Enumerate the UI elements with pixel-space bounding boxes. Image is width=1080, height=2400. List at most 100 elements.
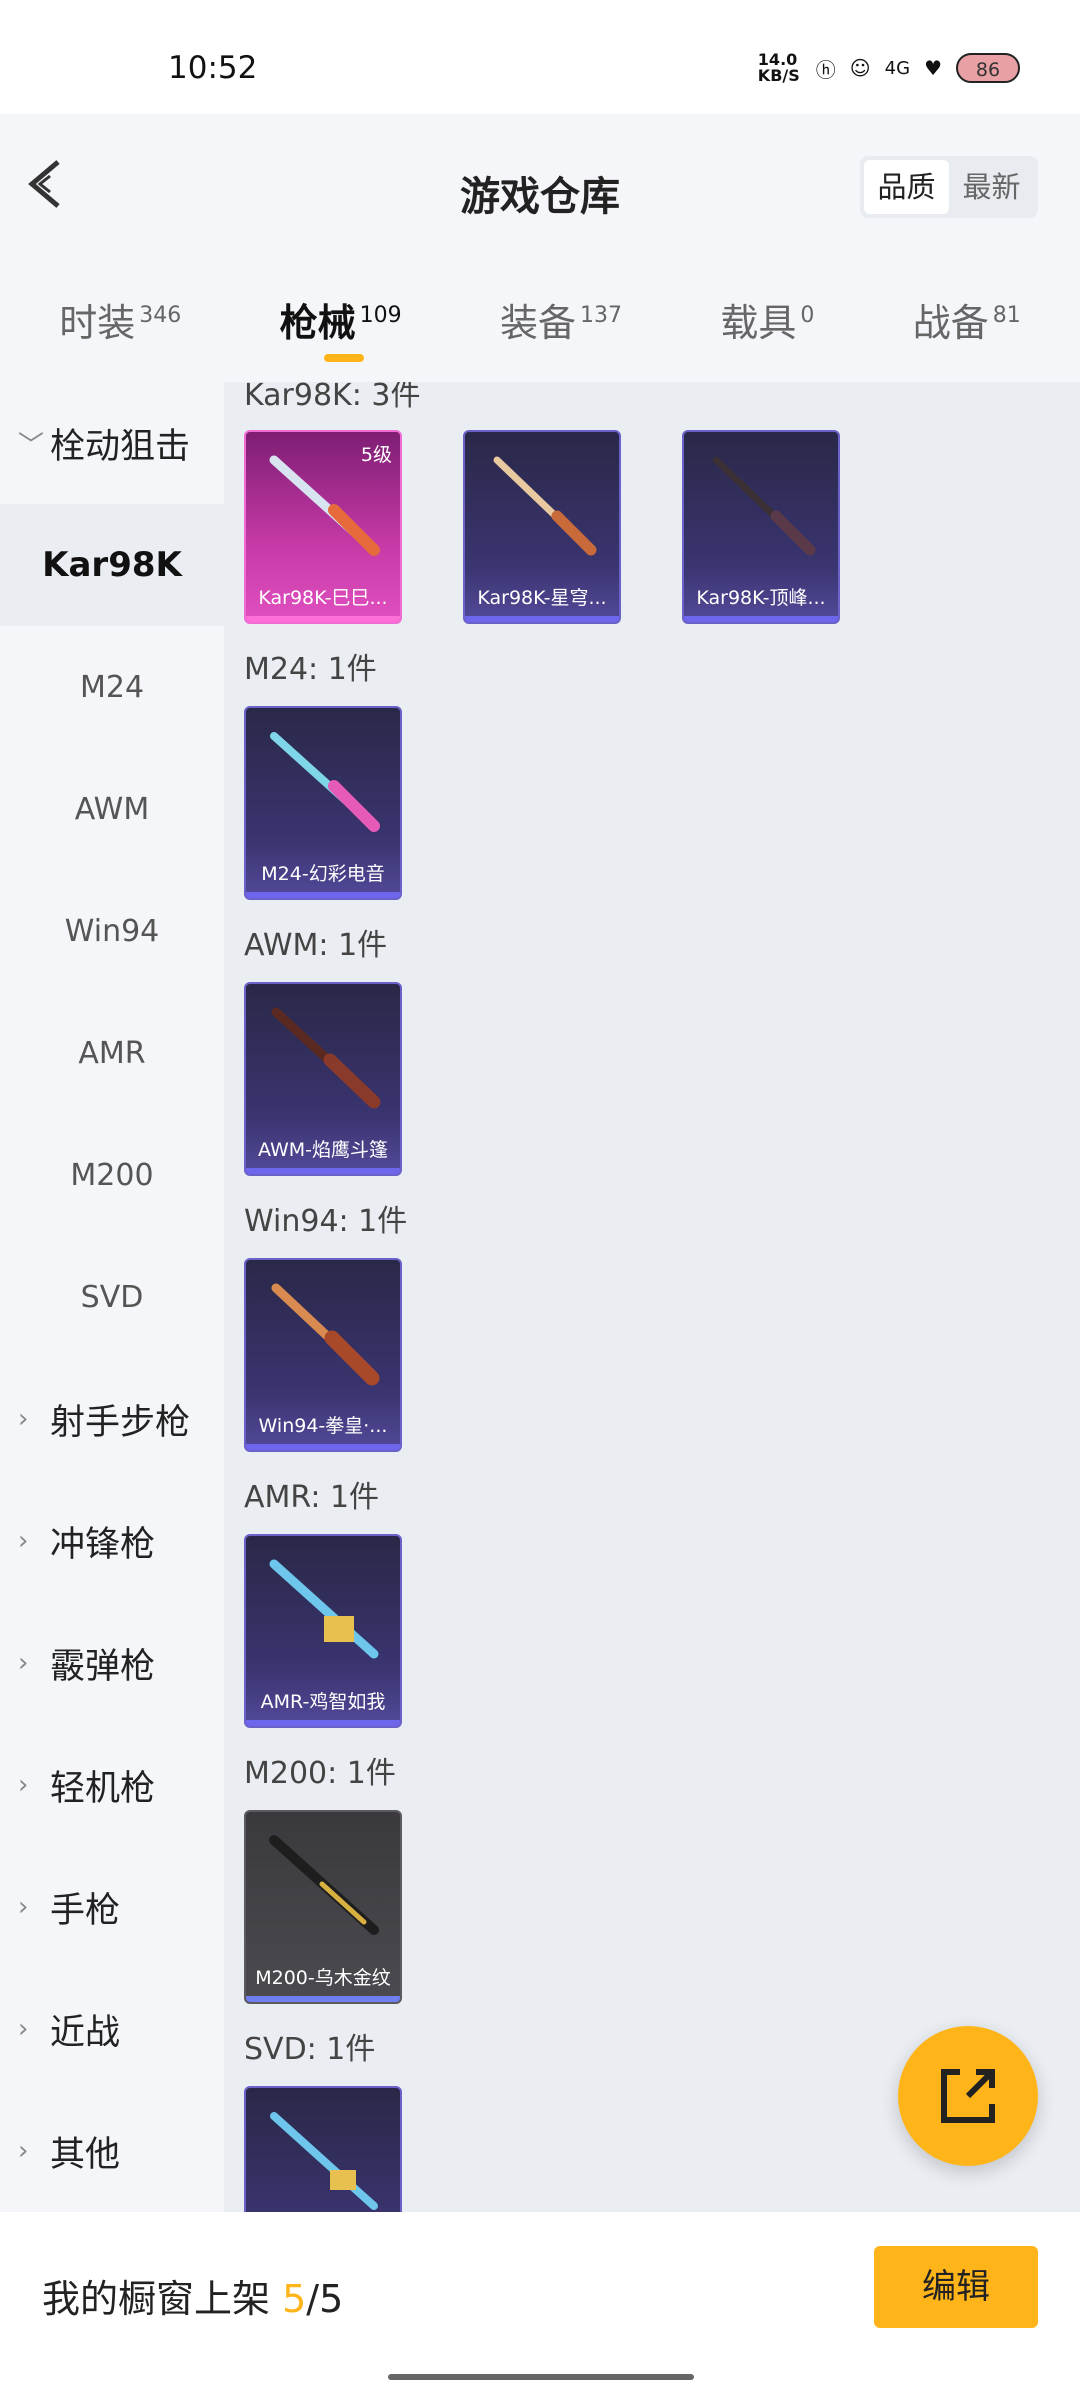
tab-count: 0	[800, 303, 815, 329]
home-indicator[interactable]	[388, 2374, 694, 2380]
rarity-stripe	[246, 1996, 400, 2002]
sidebar-label: 冲锋枪	[50, 1524, 156, 1565]
network-label: 4G	[884, 57, 911, 79]
hd-icon: ⓗ	[815, 57, 836, 82]
showcase-total: /5	[306, 2277, 344, 2321]
sidebar-item-m200[interactable]: M200	[0, 1114, 224, 1236]
sort-newest-button[interactable]: 最新	[949, 160, 1034, 214]
sidebar-item-kar98k[interactable]: Kar98K	[0, 504, 224, 626]
weapon-card[interactable]: Win94-拳皇·...	[244, 1258, 402, 1452]
share-fab[interactable]	[898, 2026, 1038, 2166]
rarity-stripe	[246, 892, 400, 898]
sort-quality-button[interactable]: 品质	[864, 160, 949, 214]
tab-label: 装备	[499, 301, 576, 345]
tab-guns[interactable]: 枪械 109	[280, 264, 402, 382]
rarity-stripe	[246, 1444, 400, 1450]
weapon-name: M24-幻彩电音	[261, 863, 385, 885]
weapon-name: Win94-拳皇·...	[258, 1415, 388, 1437]
signal-icon: ♥	[924, 56, 942, 80]
rarity-stripe	[684, 616, 838, 622]
showcase-label: 我的橱窗上架	[42, 2277, 271, 2321]
tab-label: 战备	[912, 301, 989, 345]
tab-fashion[interactable]: 时装 346	[59, 264, 181, 382]
group-title: Win94: 1件	[244, 1204, 408, 1239]
rifle-icon	[271, 1283, 380, 1386]
weapon-name: Kar98K-巳巳...	[258, 587, 388, 609]
tab-count: 109	[359, 303, 402, 329]
rarity-stripe	[246, 616, 400, 622]
weapon-grid: Kar98K: 3件 5级 Kar98K-巳巳... Kar98K-星穹... …	[224, 382, 1080, 2212]
tab-vehicles[interactable]: 载具 0	[720, 264, 814, 382]
sidebar-item-m24[interactable]: M24	[0, 626, 224, 748]
weapon-name: Kar98K-顶峰...	[696, 587, 826, 609]
rifle-icon	[271, 1007, 381, 1109]
weapon-card[interactable]	[244, 2086, 402, 2212]
weapon-card[interactable]: AWM-焰鹰斗篷	[244, 982, 402, 1176]
chevron-right-icon: ›	[18, 2014, 29, 2044]
clock: 10:52	[168, 50, 258, 86]
group-title: M200: 1件	[244, 1756, 396, 1791]
weapon-name: M200-乌木金纹	[255, 1967, 391, 1989]
status-bar: 10:52 14.0 KB/S ⓗ ☺ 4G ♥ 86	[0, 0, 1080, 114]
weapon-sidebar: ﹀ 栓动狙击 Kar98K M24 AWM Win94 AMR M200 SVD…	[0, 382, 224, 2212]
rifle-icon	[269, 1559, 379, 1659]
weapon-card[interactable]: M200-乌木金纹	[244, 1810, 402, 2004]
share-icon	[941, 2069, 995, 2123]
edit-button[interactable]: 编辑	[874, 2246, 1038, 2328]
chevron-right-icon: ›	[18, 2136, 29, 2166]
battery-icon: 86	[956, 53, 1020, 83]
sidebar-label: 射手步枪	[50, 1402, 191, 1443]
app-header: 游戏仓库 品质 最新	[0, 114, 1080, 264]
sidebar-item-svd[interactable]: SVD	[0, 1236, 224, 1358]
sidebar-label: 近战	[50, 2012, 121, 2053]
tab-count: 346	[139, 303, 182, 329]
sidebar-label: 其他	[50, 2134, 121, 2175]
tab-count: 81	[992, 303, 1021, 329]
rifle-icon	[270, 2112, 378, 2210]
sidebar-label: 手枪	[50, 1890, 121, 1931]
showcase-count: 我的橱窗上架 5/5	[42, 2268, 343, 2323]
group-title: AWM: 1件	[244, 928, 388, 963]
rifle-icon	[269, 1835, 379, 1935]
sort-toggle: 品质 最新	[860, 156, 1038, 218]
rarity-stripe	[246, 1168, 400, 1174]
sidebar-category-melee[interactable]: › 近战	[0, 1968, 224, 2090]
sidebar-category-pistol[interactable]: › 手枪	[0, 1846, 224, 1968]
rarity-stripe	[465, 616, 619, 622]
sidebar-label: 轻机枪	[50, 1768, 156, 1809]
tab-equipment[interactable]: 装备 137	[500, 264, 622, 382]
showcase-current: 5	[282, 2277, 307, 2321]
weapon-card[interactable]: Kar98K-星穹...	[463, 430, 621, 624]
tab-label: 枪械	[279, 301, 356, 345]
sidebar-category-marksman[interactable]: › 射手步枪	[0, 1358, 224, 1480]
tab-count: 137	[579, 303, 622, 329]
tab-supplies[interactable]: 战备 81	[913, 264, 1021, 382]
sidebar-label: 栓动狙击	[50, 426, 191, 467]
sidebar-item-win94[interactable]: Win94	[0, 870, 224, 992]
rarity-stripe	[246, 1720, 400, 1726]
group-title: SVD: 1件	[244, 2032, 376, 2067]
chevron-down-icon: ﹀	[18, 430, 45, 461]
group-title: M24: 1件	[244, 652, 377, 687]
sidebar-item-awm[interactable]: AWM	[0, 748, 224, 870]
rifle-icon	[493, 456, 597, 556]
rifle-icon	[270, 732, 380, 832]
sidebar-category-bolt-sniper[interactable]: ﹀ 栓动狙击	[0, 382, 224, 504]
sidebar-item-amr[interactable]: AMR	[0, 992, 224, 1114]
group-title: AMR: 1件	[244, 1480, 380, 1515]
status-icons: 14.0 KB/S ⓗ ☺ 4G ♥ 86	[758, 52, 1020, 84]
sidebar-category-other[interactable]: › 其他	[0, 2090, 224, 2212]
weapon-card[interactable]: Kar98K-顶峰...	[682, 430, 840, 624]
bottom-bar: 我的橱窗上架 5/5 编辑	[0, 2212, 1080, 2400]
chevron-right-icon: ›	[18, 1892, 29, 1922]
sidebar-category-smg[interactable]: › 冲锋枪	[0, 1480, 224, 1602]
sidebar-category-lmg[interactable]: › 轻机枪	[0, 1724, 224, 1846]
tab-label: 载具	[720, 301, 797, 345]
weapon-card[interactable]: M24-幻彩电音	[244, 706, 402, 900]
chevron-right-icon: ›	[18, 1648, 29, 1678]
level-badge: 5级	[360, 444, 392, 466]
notification-icon: ☺	[849, 56, 871, 80]
sidebar-category-shotgun[interactable]: › 霰弹枪	[0, 1602, 224, 1724]
weapon-card[interactable]: 5级 Kar98K-巳巳...	[244, 430, 402, 624]
weapon-card[interactable]: AMR-鸡智如我	[244, 1534, 402, 1728]
